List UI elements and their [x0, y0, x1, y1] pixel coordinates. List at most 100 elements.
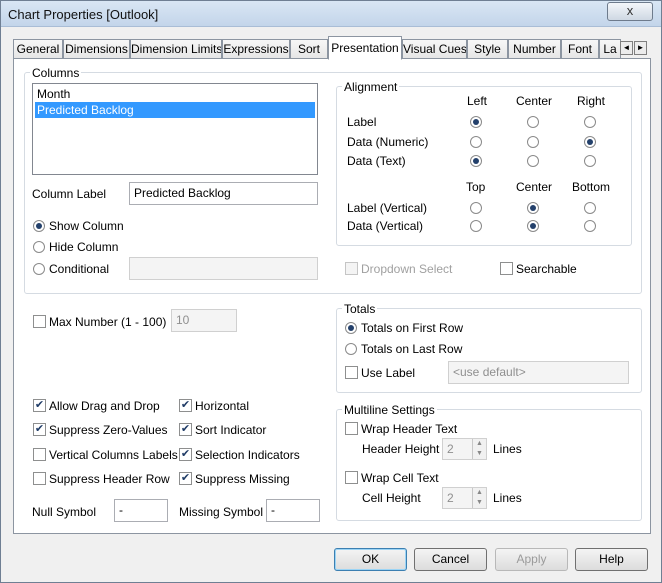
allow-drag-drop-checkbox[interactable]: ✔	[33, 399, 46, 412]
tab-visual-cues[interactable]: Visual Cues	[402, 39, 467, 59]
data-numeric-left-radio[interactable]	[470, 136, 482, 148]
hide-column-radio[interactable]	[33, 241, 45, 253]
valign-row-label: Label (Vertical)	[347, 201, 428, 215]
tab-general[interactable]: General	[13, 39, 63, 59]
tab-style[interactable]: Style	[467, 39, 508, 59]
suppress-zero-values-label: Suppress Zero-Values	[49, 423, 168, 437]
suppress-header-row-checkbox[interactable]	[33, 472, 46, 485]
column-label-caption: Column Label	[32, 187, 107, 201]
spin-down-icon[interactable]: ▼	[473, 498, 486, 508]
use-label-checkbox[interactable]	[345, 366, 358, 379]
show-column-radio[interactable]	[33, 220, 45, 232]
label-vertical-top-radio[interactable]	[470, 202, 482, 214]
sort-indicator-checkbox[interactable]: ✔	[179, 423, 192, 436]
column-label-input[interactable]: Predicted Backlog	[129, 182, 318, 205]
valign-header-center: Center	[516, 180, 553, 194]
conditional-expression-input[interactable]	[129, 257, 318, 280]
label-left-radio[interactable]	[470, 116, 482, 128]
data-numeric-center-radio[interactable]	[527, 136, 539, 148]
cell-height-spinner[interactable]: ▲ ▼	[472, 488, 486, 508]
align-row-data-numeric: Data (Numeric)	[347, 135, 429, 149]
data-text-left-radio[interactable]	[470, 155, 482, 167]
cell-height-label: Cell Height	[362, 491, 421, 505]
data-vertical-bottom-radio[interactable]	[584, 220, 596, 232]
searchable-label: Searchable	[516, 262, 577, 276]
dropdown-select-checkbox[interactable]	[345, 262, 358, 275]
tab-scroll-left-icon[interactable]: ◄	[620, 41, 633, 55]
tab-sort[interactable]: Sort	[290, 39, 328, 59]
multiline-settings-title: Multiline Settings	[342, 403, 437, 417]
missing-symbol-label: Missing Symbol	[179, 505, 264, 519]
tab-presentation[interactable]: Presentation	[328, 36, 402, 60]
label-vertical-center-radio[interactable]	[527, 202, 539, 214]
cancel-button[interactable]: Cancel	[414, 548, 487, 571]
searchable-checkbox[interactable]	[500, 262, 513, 275]
title-bar: Chart Properties [Outlook] x	[1, 1, 661, 27]
totals-last-row-label: Totals on Last Row	[361, 342, 463, 356]
list-item-month[interactable]: Month	[35, 86, 315, 102]
use-label-label: Use Label	[361, 366, 416, 380]
conditional-radio[interactable]	[33, 263, 45, 275]
hide-column-label: Hide Column	[49, 240, 119, 254]
data-vertical-top-radio[interactable]	[470, 220, 482, 232]
totals-last-row-radio[interactable]	[345, 343, 357, 355]
tab-number[interactable]: Number	[508, 39, 561, 59]
header-height-input[interactable]: 2 ▲ ▼	[442, 438, 487, 460]
dropdown-select-label: Dropdown Select	[361, 262, 453, 276]
align-header-left: Left	[467, 94, 488, 108]
cell-height-input[interactable]: 2 ▲ ▼	[442, 487, 487, 509]
tab-scroll-right-icon[interactable]: ►	[634, 41, 647, 55]
cell-height-value: 2	[447, 491, 454, 505]
suppress-zero-values-checkbox[interactable]: ✔	[33, 423, 46, 436]
horizontal-checkbox[interactable]: ✔	[179, 399, 192, 412]
wrap-cell-text-checkbox[interactable]	[345, 471, 358, 484]
help-button[interactable]: Help	[575, 548, 648, 571]
allow-drag-drop-label: Allow Drag and Drop	[49, 399, 160, 413]
cell-lines-label: Lines	[493, 491, 522, 505]
label-center-radio[interactable]	[527, 116, 539, 128]
wrap-header-text-checkbox[interactable]	[345, 422, 358, 435]
tab-dimensions[interactable]: Dimensions	[63, 39, 130, 59]
valign-header-bottom: Bottom	[572, 180, 611, 194]
max-number-checkbox[interactable]	[33, 315, 46, 328]
vertical-column-labels-checkbox[interactable]	[33, 448, 46, 461]
missing-symbol-input[interactable]: -	[266, 499, 320, 522]
spin-down-icon[interactable]: ▼	[473, 449, 486, 459]
tab-font[interactable]: Font	[561, 39, 599, 59]
columns-listbox[interactable]: Month Predicted Backlog	[32, 83, 318, 175]
suppress-missing-label: Suppress Missing	[195, 472, 290, 486]
close-button[interactable]: x	[607, 2, 653, 21]
ok-button[interactable]: OK	[334, 548, 407, 571]
data-numeric-right-radio[interactable]	[584, 136, 596, 148]
max-number-input[interactable]: 10	[171, 309, 237, 332]
valign-row-data: Data (Vertical)	[347, 219, 424, 233]
data-text-right-radio[interactable]	[584, 155, 596, 167]
horizontal-label: Horizontal	[195, 399, 250, 413]
spin-up-icon[interactable]: ▲	[473, 439, 486, 449]
apply-button[interactable]: Apply	[495, 548, 568, 571]
header-height-label: Header Height	[362, 442, 440, 456]
tab-expressions[interactable]: Expressions	[222, 39, 290, 59]
header-height-value: 2	[447, 442, 454, 456]
tab-dimension-limits[interactable]: Dimension Limits	[130, 39, 222, 59]
selection-indicators-checkbox[interactable]: ✔	[179, 448, 192, 461]
label-right-radio[interactable]	[584, 116, 596, 128]
list-item-predicted-backlog[interactable]: Predicted Backlog	[35, 102, 315, 118]
totals-group-title: Totals	[342, 302, 378, 316]
align-header-center: Center	[516, 94, 553, 108]
totals-first-row-radio[interactable]	[345, 322, 357, 334]
use-label-input[interactable]: <use default>	[448, 361, 629, 384]
show-column-label: Show Column	[49, 219, 124, 233]
spin-up-icon[interactable]: ▲	[473, 488, 486, 498]
data-text-center-radio[interactable]	[527, 155, 539, 167]
null-symbol-input[interactable]: -	[114, 499, 168, 522]
label-vertical-bottom-radio[interactable]	[584, 202, 596, 214]
header-height-spinner[interactable]: ▲ ▼	[472, 439, 486, 459]
columns-group-title: Columns	[30, 66, 82, 80]
suppress-missing-checkbox[interactable]: ✔	[179, 472, 192, 485]
tab-layout[interactable]: La	[599, 39, 621, 59]
align-header-right: Right	[577, 94, 606, 108]
data-vertical-center-radio[interactable]	[527, 220, 539, 232]
vertical-column-labels-label: Vertical Columns Labels	[49, 448, 178, 462]
wrap-header-text-label: Wrap Header Text	[361, 422, 458, 436]
